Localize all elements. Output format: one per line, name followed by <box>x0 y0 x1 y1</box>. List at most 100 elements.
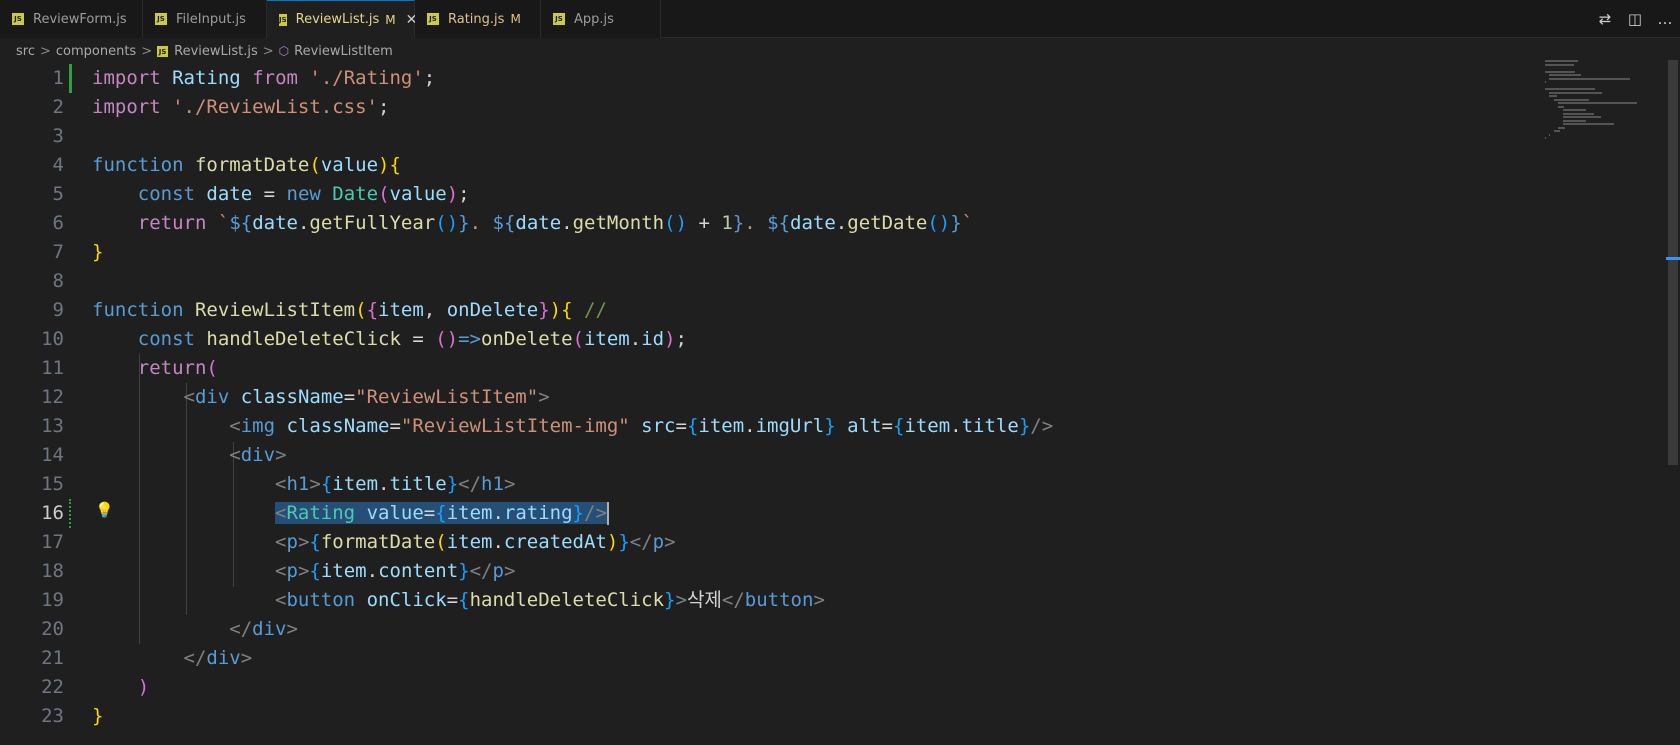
code-token: img <box>240 415 276 437</box>
breadcrumb-src[interactable]: src <box>16 44 35 59</box>
code-line[interactable]: import Rating from './Rating'; <box>92 64 435 93</box>
code-token: { <box>435 502 447 524</box>
code-line[interactable]: </div> <box>92 615 298 644</box>
code-token: } <box>92 241 104 263</box>
code-line[interactable]: <div className="ReviewListItem"> <box>92 383 550 412</box>
code-token: const <box>137 328 195 350</box>
code-token: formatDate <box>194 154 310 176</box>
split-editor-icon[interactable]: ◫ <box>1620 10 1650 28</box>
code-token: /> <box>584 502 607 524</box>
code-token: ( <box>572 328 584 350</box>
code-token: . <box>744 415 756 437</box>
code-token: p <box>286 531 298 553</box>
code-editor[interactable]: 1 2 3 4 5 6 7 8 9 10 11 12 13 14 15 16 17 18 19 20 21 22 23 💡 … <box>0 64 1666 745</box>
code-line[interactable]: <p>{item.content}</p> <box>92 557 515 586</box>
code-line[interactable]: function formatDate(value){ <box>92 151 401 180</box>
code-line[interactable]: function ReviewListItem({item, onDelete}… <box>92 296 607 325</box>
code-token: const <box>137 183 195 205</box>
code-token: => <box>458 328 481 350</box>
js-file-icon: JS <box>427 13 439 25</box>
code-token: item <box>446 502 493 524</box>
code-line[interactable]: return( <box>92 354 218 383</box>
breadcrumb-components[interactable]: components <box>56 44 136 59</box>
code-token: () <box>435 212 459 234</box>
code-token: ) <box>378 154 390 176</box>
code-token: </ <box>458 473 482 495</box>
code-token: > <box>503 560 516 582</box>
tab-reviewform-js[interactable]: JS ReviewForm.js <box>0 0 143 38</box>
line-number: 4 <box>52 154 64 176</box>
more-actions-icon[interactable]: … <box>1650 10 1680 28</box>
minimap-line <box>1558 102 1638 104</box>
tab-reviewlist-js[interactable]: JS ReviewList.js M ✕ <box>267 0 417 38</box>
code-line[interactable]: <button onClick={handleDeleteClick}>삭제</… <box>92 586 825 615</box>
code-token: rating <box>503 502 573 524</box>
code-token: date <box>790 212 836 234</box>
vertical-scrollbar[interactable] <box>1666 60 1680 745</box>
minimap-line <box>1545 70 1575 73</box>
git-compare-icon[interactable]: ⇄ <box>1590 10 1620 28</box>
code-token: { <box>561 299 573 321</box>
line-number: 14 <box>41 444 64 466</box>
code-line[interactable]: } <box>92 238 103 267</box>
code-line[interactable]: const date = new Date(value); <box>92 180 470 209</box>
code-line[interactable]: </div> <box>92 644 253 673</box>
code-token: } <box>664 589 676 611</box>
code-line[interactable]: const handleDeleteClick = ()=>onDelete(i… <box>92 325 687 354</box>
code-token: p <box>492 560 504 582</box>
minimap[interactable] <box>1545 60 1670 160</box>
code-token: > <box>275 444 287 466</box>
code-token: } <box>824 415 836 437</box>
code-token: ; <box>675 328 687 350</box>
code-token: = <box>252 183 287 205</box>
tab-fileinput-js[interactable]: JS FileInput.js <box>143 0 267 38</box>
code-token: value <box>366 502 424 524</box>
scrollbar-thumb[interactable] <box>1668 60 1678 465</box>
line-number: 5 <box>52 183 64 205</box>
code-line[interactable]: <div> <box>92 441 287 470</box>
code-line[interactable]: <Rating value={item.rating}/> <box>92 499 607 528</box>
code-token: src <box>641 415 676 437</box>
code-token: title <box>389 473 447 495</box>
minimap-line <box>1558 105 1564 108</box>
code-token: date <box>252 212 298 234</box>
code-line[interactable]: return `${date.getFullYear()}. ${date.ge… <box>92 209 973 238</box>
code-token: ( <box>206 357 218 379</box>
line-number: 6 <box>52 212 64 234</box>
modified-badge: M <box>385 12 396 27</box>
tab-rating-js[interactable]: JS Rating.js M <box>415 0 541 38</box>
code-token: . <box>629 328 642 350</box>
code-token: } <box>572 502 584 524</box>
code-line[interactable]: import './ReviewList.css'; <box>92 93 389 122</box>
code-token: // <box>584 299 607 321</box>
line-number: 7 <box>52 241 64 263</box>
code-line[interactable]: <img className="ReviewListItem-img" src=… <box>92 412 1053 441</box>
line-number: 21 <box>41 647 64 669</box>
code-token: { <box>686 415 699 437</box>
code-token: "ReviewListItem-img" <box>400 415 630 437</box>
code-line[interactable]: ) <box>92 673 149 702</box>
breadcrumb-file[interactable]: ReviewList.js <box>174 44 258 59</box>
line-number: 9 <box>52 299 64 321</box>
line-number: 13 <box>41 415 64 437</box>
breadcrumb-symbol[interactable]: ReviewListItem <box>294 44 393 59</box>
code-line[interactable]: <h1>{item.title}</h1> <box>92 470 515 499</box>
code-token: . <box>561 212 573 234</box>
code-token: } <box>950 212 962 234</box>
code-line[interactable]: } <box>92 702 103 731</box>
code-token: date <box>206 183 253 205</box>
code-line[interactable]: <p>{formatDate(item.createdAt)}</p> <box>92 528 676 557</box>
code-token: . <box>378 473 390 495</box>
code-token: } <box>446 473 459 495</box>
tab-app-js[interactable]: JS App.js <box>541 0 661 38</box>
tab-label: ReviewList.js <box>295 12 380 27</box>
code-token: return <box>137 357 207 379</box>
minimap-line <box>1562 119 1586 122</box>
code-token: } <box>1018 415 1031 437</box>
code-token: ) <box>446 183 459 205</box>
